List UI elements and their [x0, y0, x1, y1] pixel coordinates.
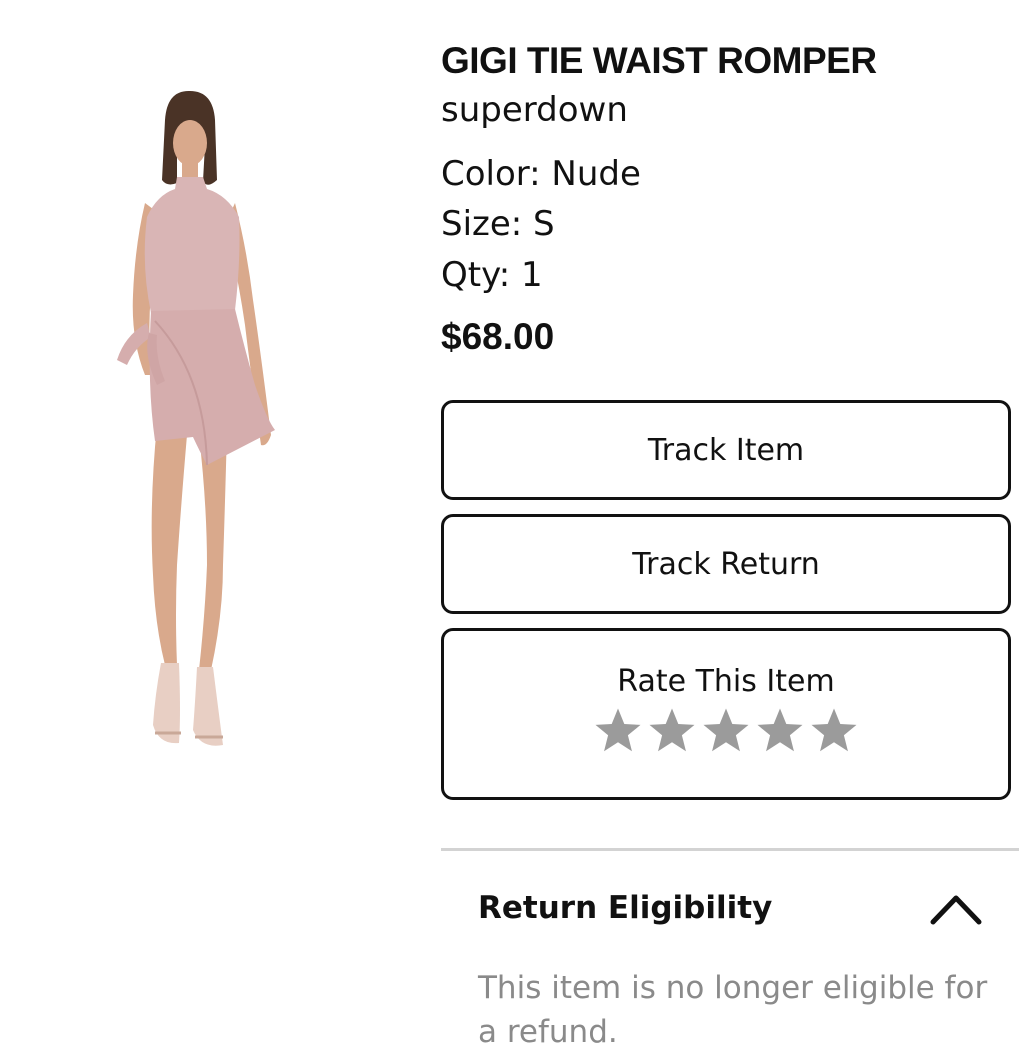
return-eligibility-toggle[interactable]: Return Eligibility	[441, 870, 1019, 946]
star-5-icon[interactable]	[807, 704, 861, 758]
product-brand: superdown	[441, 90, 628, 130]
rate-item-panel: Rate This Item	[441, 628, 1011, 800]
rate-item-label: Rate This Item	[617, 664, 835, 699]
track-item-button[interactable]: Track Item	[441, 400, 1011, 500]
product-price: $68.00	[441, 316, 555, 357]
star-3-icon[interactable]	[699, 704, 753, 758]
chevron-up-icon[interactable]	[929, 892, 983, 926]
product-color: Color: Nude	[441, 154, 641, 194]
product-size: Size: S	[441, 204, 555, 244]
track-return-label: Track Return	[632, 546, 820, 582]
star-2-icon[interactable]	[645, 704, 699, 758]
section-divider	[441, 848, 1019, 851]
return-eligibility-title: Return Eligibility	[478, 890, 773, 926]
star-4-icon[interactable]	[753, 704, 807, 758]
star-rating[interactable]	[591, 704, 861, 758]
product-qty: Qty: 1	[441, 255, 543, 295]
return-eligibility-text: This item is no longer eligible for a re…	[478, 970, 988, 1050]
track-return-button[interactable]: Track Return	[441, 514, 1011, 614]
star-1-icon[interactable]	[591, 704, 645, 758]
track-item-label: Track Item	[647, 432, 805, 468]
product-photo	[117, 90, 275, 746]
product-image[interactable]	[95, 85, 295, 757]
product-title: GIGI TIE WAIST ROMPER	[441, 40, 877, 81]
